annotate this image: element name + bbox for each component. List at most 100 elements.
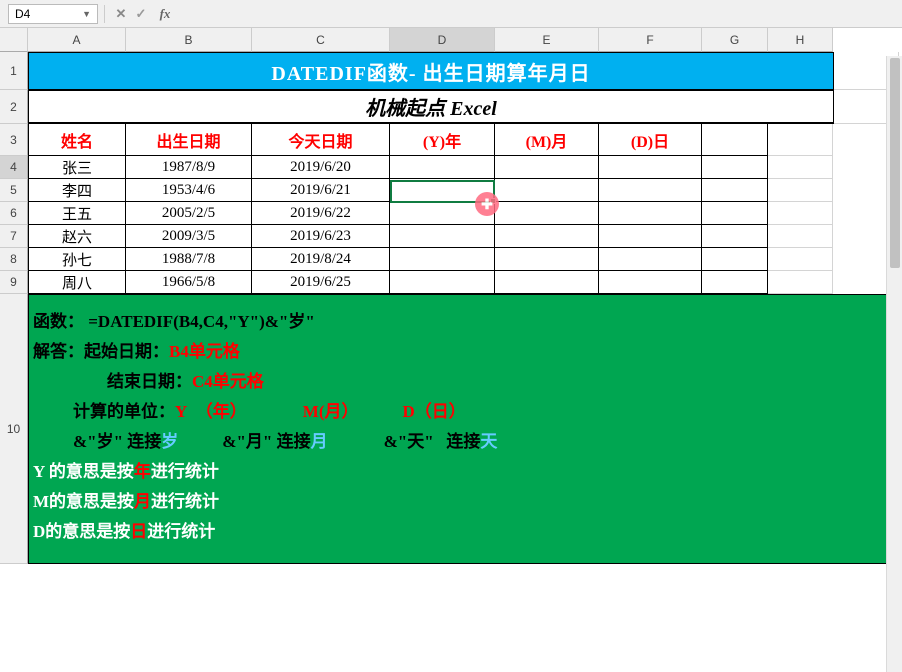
explain-Y-mean-c: 进行统计 bbox=[151, 462, 219, 481]
cell-name[interactable]: 张三 bbox=[28, 156, 126, 179]
cell-day[interactable] bbox=[599, 156, 702, 179]
row-header-8[interactable]: 8 bbox=[0, 248, 28, 271]
chevron-down-icon[interactable]: ▼ bbox=[82, 9, 91, 19]
cell-birth[interactable]: 1953/4/6 bbox=[126, 179, 252, 202]
explain-Y-mean-b: 年 bbox=[134, 462, 151, 481]
row-header-9[interactable]: 9 bbox=[0, 271, 28, 294]
row-header-4[interactable]: 4 bbox=[0, 156, 28, 179]
cell[interactable] bbox=[702, 179, 768, 202]
cell-month[interactable] bbox=[495, 179, 599, 202]
cell-year[interactable] bbox=[390, 225, 495, 248]
cell-name[interactable]: 赵六 bbox=[28, 225, 126, 248]
row-header-3[interactable]: 3 bbox=[0, 124, 28, 156]
cancel-button[interactable]: ✕ bbox=[111, 4, 131, 24]
explain-sui-concat: &"岁" bbox=[73, 432, 123, 451]
cell-birth[interactable]: 2005/2/5 bbox=[126, 202, 252, 225]
cell[interactable] bbox=[768, 271, 833, 294]
title-cell[interactable]: DATEDIF函数- 出生日期算年月日 bbox=[28, 52, 834, 90]
subtitle-row[interactable]: 机械起点 Excel bbox=[28, 90, 899, 124]
cell-year[interactable] bbox=[390, 271, 495, 294]
explanation-box[interactable]: 函数： =DATEDIF(B4,C4,"Y")&"岁" 解答：起始日期：B4单元… bbox=[28, 294, 899, 564]
cell-name[interactable]: 孙七 bbox=[28, 248, 126, 271]
cell[interactable] bbox=[768, 124, 833, 156]
col-header-C[interactable]: C bbox=[252, 28, 390, 52]
subtitle-text: 机械起点 Excel bbox=[365, 92, 497, 121]
vertical-scrollbar[interactable] bbox=[886, 56, 902, 672]
cell-month[interactable] bbox=[495, 202, 599, 225]
header-month[interactable]: (M)月 bbox=[495, 124, 599, 156]
cell[interactable] bbox=[768, 225, 833, 248]
row-header-7[interactable]: 7 bbox=[0, 225, 28, 248]
divider bbox=[104, 5, 105, 23]
cell-birth[interactable]: 1988/7/8 bbox=[126, 248, 252, 271]
select-all-corner[interactable] bbox=[0, 28, 28, 52]
row-header-10[interactable]: 10 bbox=[0, 294, 28, 564]
cell-birth[interactable]: 1966/5/8 bbox=[126, 271, 252, 294]
name-box[interactable]: D4 ▼ bbox=[8, 4, 98, 24]
explain-D: D（日） bbox=[403, 402, 466, 421]
cell-day[interactable] bbox=[599, 248, 702, 271]
cell[interactable] bbox=[702, 202, 768, 225]
cell-today[interactable]: 2019/8/24 bbox=[252, 248, 390, 271]
col-header-F[interactable]: F bbox=[599, 28, 702, 52]
subtitle-cell: 机械起点 Excel bbox=[28, 90, 834, 124]
cell[interactable] bbox=[702, 248, 768, 271]
cell[interactable] bbox=[702, 156, 768, 179]
header-year[interactable]: (Y)年 bbox=[390, 124, 495, 156]
cell[interactable] bbox=[702, 124, 768, 156]
col-header-G[interactable]: G bbox=[702, 28, 768, 52]
cell-day[interactable] bbox=[599, 202, 702, 225]
cell-month[interactable] bbox=[495, 248, 599, 271]
col-header-D[interactable]: D bbox=[390, 28, 495, 52]
scrollbar-thumb[interactable] bbox=[890, 58, 900, 268]
explain-D-mean-a: D的意思是按 bbox=[33, 522, 130, 541]
explain-start-ref: B4单元格 bbox=[169, 342, 240, 361]
cell-today[interactable]: 2019/6/20 bbox=[252, 156, 390, 179]
cell-day[interactable] bbox=[599, 179, 702, 202]
fx-button[interactable]: fx bbox=[155, 4, 175, 24]
header-day[interactable]: (D)日 bbox=[599, 124, 702, 156]
cell[interactable] bbox=[768, 202, 833, 225]
cell-year[interactable] bbox=[390, 179, 495, 202]
cell-year[interactable] bbox=[390, 202, 495, 225]
cell-month[interactable] bbox=[495, 156, 599, 179]
cell-today[interactable]: 2019/6/25 bbox=[252, 271, 390, 294]
cell-name[interactable]: 李四 bbox=[28, 179, 126, 202]
explain-link2: 连接 bbox=[277, 432, 311, 451]
cell[interactable] bbox=[702, 225, 768, 248]
confirm-button[interactable]: ✓ bbox=[131, 4, 151, 24]
cell-today[interactable]: 2019/6/22 bbox=[252, 202, 390, 225]
col-header-H[interactable]: H bbox=[768, 28, 833, 52]
cell-month[interactable] bbox=[495, 225, 599, 248]
row-header-5[interactable]: 5 bbox=[0, 179, 28, 202]
col-header-B[interactable]: B bbox=[126, 28, 252, 52]
cell-name[interactable]: 周八 bbox=[28, 271, 126, 294]
header-name[interactable]: 姓名 bbox=[28, 124, 126, 156]
formula-input[interactable] bbox=[181, 4, 894, 24]
header-today[interactable]: 今天日期 bbox=[252, 124, 390, 156]
row-header-2[interactable]: 2 bbox=[0, 90, 28, 124]
cell-birth[interactable]: 1987/8/9 bbox=[126, 156, 252, 179]
cell[interactable] bbox=[768, 156, 833, 179]
cell-day[interactable] bbox=[599, 271, 702, 294]
col-header-E[interactable]: E bbox=[495, 28, 599, 52]
header-birth[interactable]: 出生日期 bbox=[126, 124, 252, 156]
row-header-6[interactable]: 6 bbox=[0, 202, 28, 225]
cell[interactable] bbox=[768, 248, 833, 271]
cell-month[interactable] bbox=[495, 271, 599, 294]
cell-year[interactable] bbox=[390, 156, 495, 179]
explain-link1: 连接 bbox=[127, 432, 161, 451]
grid[interactable]: DATEDIF函数- 出生日期算年月日 机械起点 Excel 姓名 出生日期 今… bbox=[28, 52, 899, 564]
column-headers: A B C D E F G H bbox=[28, 28, 833, 52]
cell[interactable] bbox=[768, 179, 833, 202]
cell-name[interactable]: 王五 bbox=[28, 202, 126, 225]
cell-birth[interactable]: 2009/3/5 bbox=[126, 225, 252, 248]
cell-year[interactable] bbox=[390, 248, 495, 271]
cell[interactable] bbox=[702, 271, 768, 294]
cell-today[interactable]: 2019/6/23 bbox=[252, 225, 390, 248]
name-box-value: D4 bbox=[15, 7, 30, 21]
col-header-A[interactable]: A bbox=[28, 28, 126, 52]
row-header-1[interactable]: 1 bbox=[0, 52, 28, 90]
cell-today[interactable]: 2019/6/21 bbox=[252, 179, 390, 202]
cell-day[interactable] bbox=[599, 225, 702, 248]
